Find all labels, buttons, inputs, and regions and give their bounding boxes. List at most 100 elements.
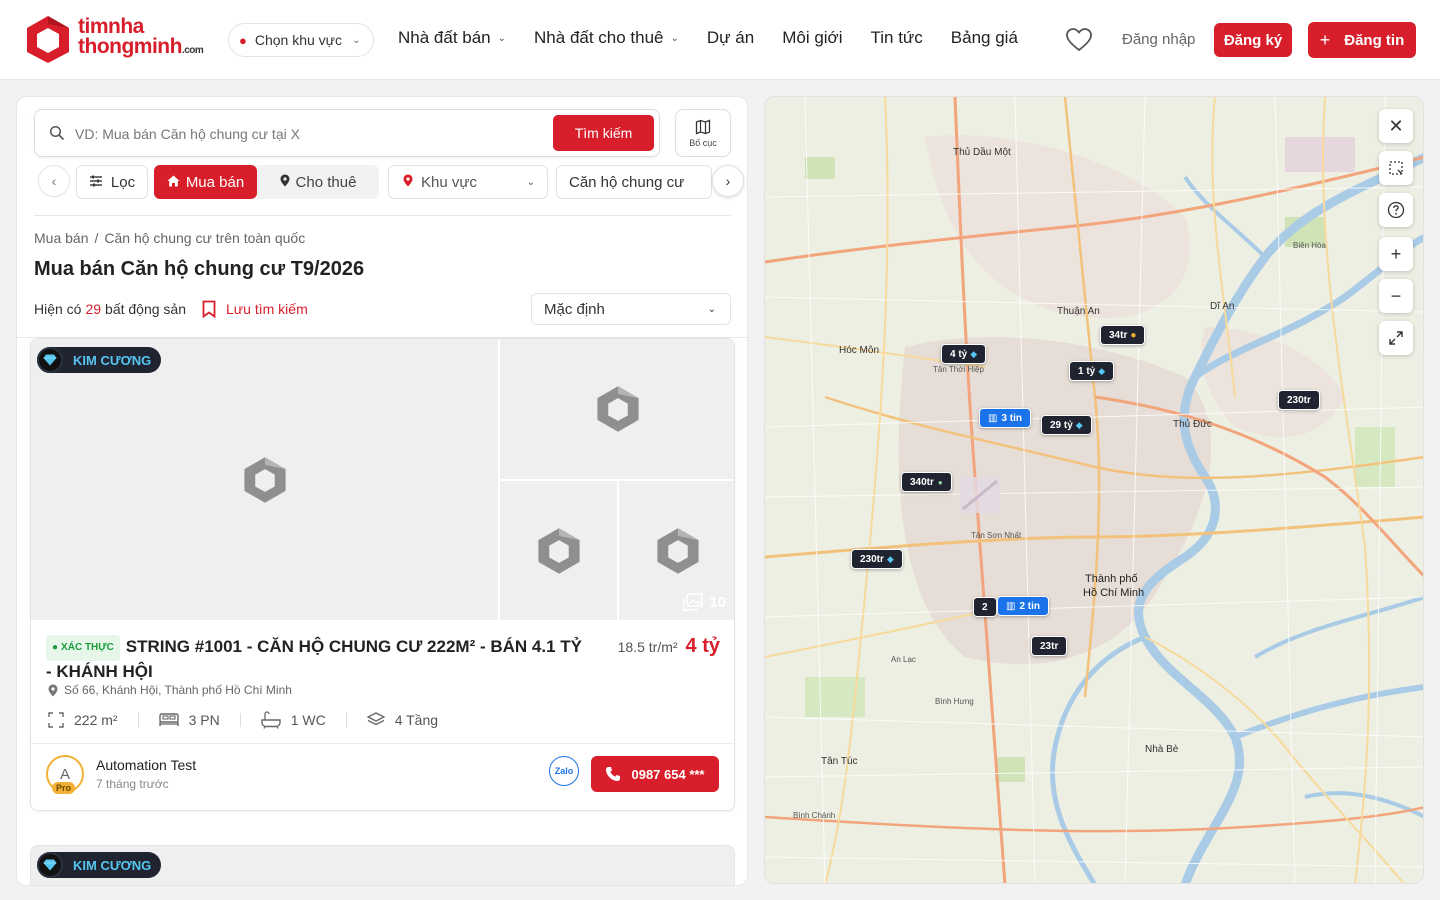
tier-badge: KIM CƯƠNG [37,347,161,373]
listing-image-thumb[interactable] [500,481,617,620]
map-canvas[interactable] [765,97,1424,884]
chevron-down-icon: ⌄ [497,32,507,44]
image-placeholder-icon [243,456,286,503]
cluster-marker[interactable]: ▥ 3 tin [979,408,1032,428]
help-icon [1387,201,1405,219]
region-selector[interactable]: ● Chọn khu vực ⌄ [228,23,374,57]
search-button[interactable]: Tìm kiếm [553,115,654,151]
author-name[interactable]: Automation Test [96,757,196,773]
nav-rent[interactable]: Nhà đất cho thuê ⌄ [534,28,679,48]
divider [34,215,731,216]
map-draw-area-button[interactable] [1379,151,1413,185]
main-nav: Nhà đất bán ⌄ Nhà đất cho thuê ⌄ Dự án Môi… [398,28,1046,48]
price-marker[interactable]: 4 tỷ ◆ [941,344,987,364]
post-listing-button[interactable]: + Đăng tin [1308,22,1416,58]
nav-rent-label: Nhà đất cho thuê [534,28,664,47]
listing-card[interactable]: KIM CƯƠNG 10 ● XÁC THỰC STRING #1001 - CĂN… [30,338,735,811]
sort-select[interactable]: Mặc định ⌄ [531,293,731,325]
logo-house-icon [24,14,72,64]
price-marker[interactable]: 230tr ◆ [851,549,903,569]
price-per-m2: 18.5 tr/m² [617,639,678,655]
login-link[interactable]: Đăng nhập [1122,31,1195,48]
site-header: timnha thongminh.com ● Chọn khu vực ⌄ Nh… [0,0,1440,80]
site-logo[interactable]: timnha thongminh.com [24,14,204,64]
layout-button[interactable]: Bố cục [675,109,731,157]
price-marker[interactable]: 1 tỷ ◆ [1069,361,1115,381]
nav-projects[interactable]: Dự án [707,28,754,48]
price-marker[interactable]: 340tr ● [901,472,952,492]
chevron-right-icon: › [725,173,731,189]
price-marker[interactable]: 23tr [1031,636,1068,656]
save-search-button[interactable]: Lưu tìm kiếm [202,300,308,318]
logo-line-1: timnha [78,15,144,38]
map-label: Hồ Chí Minh [1083,587,1145,599]
breadcrumb-root[interactable]: Mua bán [34,230,88,246]
sliders-icon [89,174,103,191]
nav-news[interactable]: Tin tức [870,28,922,48]
chevron-down-icon: ⌄ [526,176,535,188]
map-label: Thủ Đức [1173,419,1212,430]
tab-buy[interactable]: Mua bán [154,165,257,199]
chevron-left-icon: ‹ [51,173,57,189]
filter-row: ‹ Lọc Mua bán Cho thuê Khu vực ⌄ Căn hộ … [34,163,744,201]
logo-line-2: thongminh [78,35,182,58]
filter-button[interactable]: Lọc [76,165,148,199]
save-search-label: Lưu tìm kiếm [226,301,308,317]
fullscreen-button[interactable] [1379,321,1413,355]
map-close-button[interactable]: ✕ [1379,109,1413,143]
pro-badge: Pro [52,782,76,794]
chevron-down-icon: ⌄ [670,32,679,44]
spec-bedrooms: 3 PN [158,712,220,728]
close-icon: ✕ [1388,115,1404,136]
gallery-icon [683,593,704,611]
cluster-marker[interactable]: ▥ 2 tin [997,596,1050,616]
area-label: Khu vực [421,173,477,191]
price-marker[interactable]: 29 tỷ ◆ [1041,415,1092,435]
zoom-in-button[interactable]: + [1379,237,1413,271]
register-button[interactable]: Đăng ký [1214,23,1292,57]
result-count-suffix: bất động sản [105,301,187,317]
area-select[interactable]: Khu vực ⌄ [388,165,548,199]
image-placeholder-icon [537,527,580,574]
listing-title-text: STRING #1001 - CĂN HỘ CHUNG CƯ 222M² - B… [46,637,582,681]
map-label: Tân Sơn Nhất [971,531,1022,540]
bed-icon [158,713,179,726]
listing-title[interactable]: ● XÁC THỰC STRING #1001 - CĂN HỘ CHUNG CƯ … [46,635,586,683]
filter-label: Lọc [110,173,136,191]
breadcrumb: Mua bán / Căn hộ chung cư trên toàn quốc [34,230,306,246]
property-type-select[interactable]: Căn hộ chung cư [556,165,712,199]
zalo-button[interactable]: Zalo [549,756,579,786]
map-view[interactable]: Thủ Dầu Một Thuận An Dĩ An Hóc Môn Thủ Đ… [764,96,1424,884]
marker-label: 2 tin [1019,600,1041,612]
listing-image-thumb[interactable] [500,339,734,479]
scroll-left-button[interactable]: ‹ [38,165,70,197]
price-marker[interactable]: 2 [973,597,997,617]
call-button[interactable]: 0987 654 *** [591,756,719,792]
map-label: Tân Thới Hiệp [933,365,984,374]
search-input[interactable] [75,122,535,146]
marker-label: 29 tỷ [1050,419,1073,431]
map-help-button[interactable] [1379,193,1413,227]
listing-image-main[interactable] [31,339,498,620]
price-marker[interactable]: 34tr ● [1100,325,1146,345]
logo-suffix: .com [181,45,204,56]
chevron-down-icon: ⌄ [352,34,361,46]
tab-rent[interactable]: Cho thuê [257,165,379,199]
nav-price-table[interactable]: Bảng giá [951,28,1018,48]
location-pin-icon: ● [239,32,247,48]
zoom-out-button[interactable]: − [1379,279,1413,313]
marker-label: 230tr [860,553,884,565]
favorites-heart-icon[interactable] [1066,28,1092,52]
post-listing-label: Đăng tin [1344,31,1405,49]
map-icon [695,119,711,134]
listing-card[interactable]: KIM CƯƠNG [30,845,735,885]
nav-brokers[interactable]: Môi giới [782,28,842,48]
nav-sale[interactable]: Nhà đất bán ⌄ [398,28,506,48]
price-marker[interactable]: 230tr [1278,390,1320,410]
location-pin-icon [280,174,290,191]
scroll-right-button[interactable]: › [712,165,744,197]
listing-specs: 222 m² 3 PN 1 WC 4 Tầng [48,711,438,729]
phone-icon [606,767,621,781]
map-label: Hóc Môn [839,345,880,356]
map-label: Tân Túc [821,756,858,767]
